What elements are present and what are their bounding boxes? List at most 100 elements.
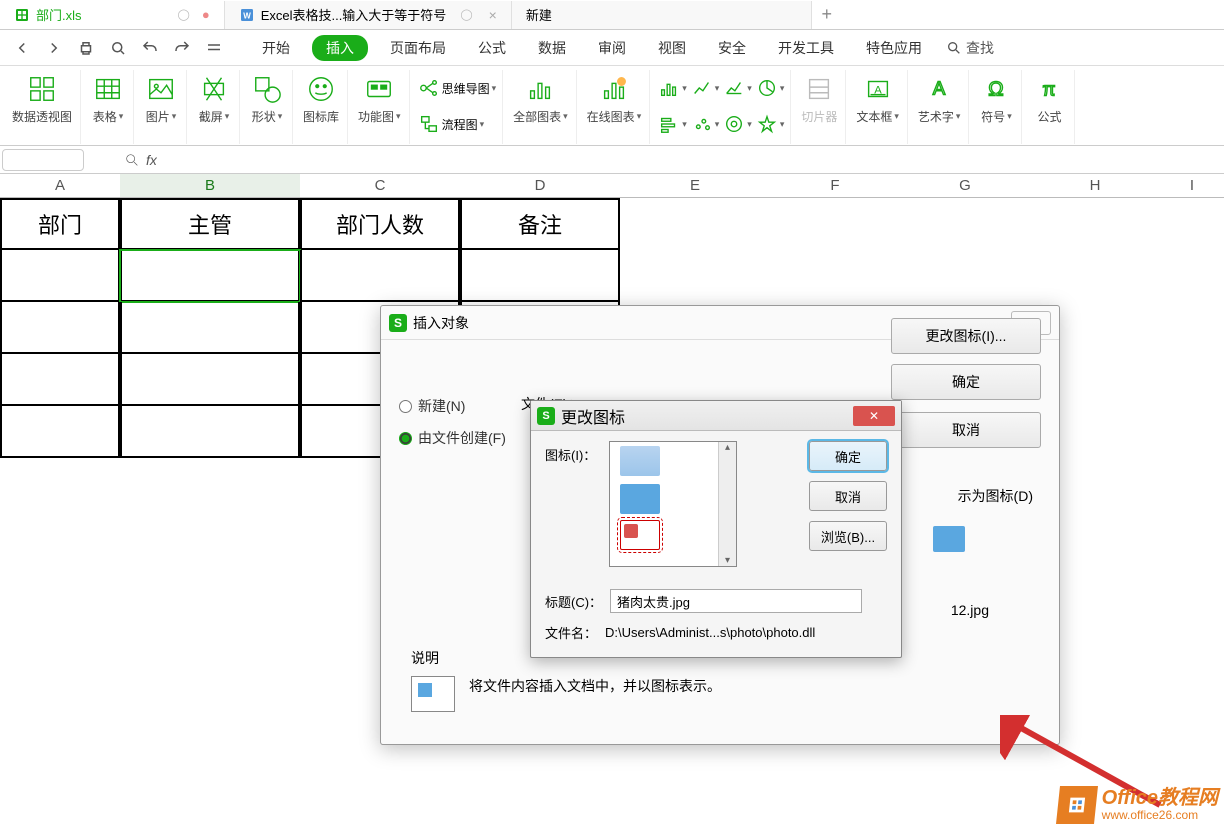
cell-D2[interactable] (460, 250, 620, 302)
tab-home[interactable]: 开始 (252, 34, 300, 62)
icon-listbox[interactable]: ▴▾ (609, 441, 737, 567)
change-icon-button[interactable]: 更改图标(I)... (891, 318, 1041, 354)
cell-C2[interactable] (300, 250, 460, 302)
tab-new[interactable]: 新建 (512, 1, 812, 29)
tab-doc-2[interactable]: W Excel表格技...输入大于等于符号 ◯ × (225, 1, 512, 29)
tab-dev[interactable]: 开发工具 (768, 34, 844, 62)
cell-D1[interactable]: 备注 (460, 198, 620, 250)
back-icon[interactable] (8, 34, 36, 62)
description-text: 将文件内容插入文档中，并以图标表示。 (469, 676, 721, 696)
chart-type-4[interactable]: ▾ (756, 74, 785, 102)
chevron-down-icon: ▾ (956, 111, 961, 122)
chart-type-5[interactable]: ▾ (658, 110, 687, 138)
ribbon-mindmap[interactable]: 思维导图▾ (418, 74, 497, 102)
cell-A4[interactable] (0, 354, 120, 406)
chart-type-7[interactable]: ▾ (723, 110, 752, 138)
col-D[interactable]: D (460, 174, 620, 197)
ribbon-func[interactable]: 功能图▾ (350, 70, 410, 144)
cell-B2-selected[interactable] (120, 250, 300, 302)
icon-option-3-selected[interactable] (620, 520, 660, 550)
ribbon-shape[interactable]: 形状▾ (242, 70, 293, 144)
forward-icon[interactable] (40, 34, 68, 62)
cell-A2[interactable] (0, 250, 120, 302)
ribbon-flowchart[interactable]: 流程图▾ (418, 110, 485, 138)
cell-B4[interactable] (120, 354, 300, 406)
ribbon-textbox[interactable]: A文本框▾ (848, 70, 908, 144)
cell-A1[interactable]: 部门 (0, 198, 120, 250)
col-H[interactable]: H (1030, 174, 1160, 197)
ribbon-screenshot[interactable]: 截屏▾ (189, 70, 240, 144)
chevron-down-icon: ▾ (119, 111, 124, 122)
tab-data[interactable]: 数据 (528, 34, 576, 62)
cell-A3[interactable] (0, 302, 120, 354)
add-tab-button[interactable]: + (812, 1, 842, 29)
col-E[interactable]: E (620, 174, 770, 197)
col-F[interactable]: F (770, 174, 900, 197)
scrollbar[interactable]: ▴▾ (718, 442, 736, 566)
browse-button[interactable]: 浏览(B)... (809, 521, 887, 551)
ribbon-symbol[interactable]: Ω符号▾ (971, 70, 1022, 144)
tab-label: 部门.xls (36, 5, 82, 24)
tab-view[interactable]: 视图 (648, 34, 696, 62)
name-box[interactable] (2, 149, 84, 171)
description-heading: 说明 (411, 648, 439, 668)
cell-A5[interactable] (0, 406, 120, 458)
chart-type-3[interactable]: ▾ (723, 74, 752, 102)
cell-B5[interactable] (120, 406, 300, 458)
chart-type-1[interactable]: ▾ (658, 74, 687, 102)
description-icon (411, 676, 455, 712)
chart-type-8[interactable]: ▾ (756, 110, 785, 138)
find-button[interactable]: 查找 (946, 38, 994, 58)
tab-label: Excel表格技...输入大于等于符号 (261, 5, 447, 24)
cancel-button[interactable]: 取消 (891, 412, 1041, 448)
ok-button[interactable]: 确定 (809, 441, 887, 471)
tab-layout[interactable]: 页面布局 (380, 34, 456, 62)
print-icon[interactable] (72, 34, 100, 62)
tab-current-file[interactable]: 部门.xls ◯ ● (0, 1, 225, 29)
fx-icon[interactable]: fx (124, 152, 157, 168)
ribbon-formula[interactable]: π公式 (1024, 70, 1075, 144)
cell-C1[interactable]: 部门人数 (300, 198, 460, 250)
close-button[interactable]: ✕ (853, 406, 895, 426)
chart-type-6[interactable]: ▾ (691, 110, 720, 138)
tab-feature[interactable]: 特色应用 (856, 34, 932, 62)
icon-option-1[interactable] (620, 446, 660, 476)
ok-button[interactable]: 确定 (891, 364, 1041, 400)
preview-icon[interactable] (104, 34, 132, 62)
radio-from-file[interactable]: 由文件创建(F) (399, 428, 506, 448)
radio-new[interactable]: 新建(N) (399, 396, 506, 416)
cell-empty[interactable] (620, 198, 1224, 250)
cancel-button[interactable]: 取消 (809, 481, 887, 511)
more-icon[interactable] (200, 34, 228, 62)
redo-icon[interactable] (168, 34, 196, 62)
tab-review[interactable]: 审阅 (588, 34, 636, 62)
ribbon-pivot[interactable]: 数据透视图 (4, 70, 81, 144)
formula-input[interactable] (157, 149, 1224, 171)
chart-type-2[interactable]: ▾ (691, 74, 720, 102)
dialog-titlebar[interactable]: S 更改图标 ✕ (531, 401, 901, 431)
close-icon[interactable]: × (489, 7, 497, 23)
col-B[interactable]: B (120, 174, 300, 197)
chevron-down-icon: ▾ (780, 83, 785, 94)
ribbon-table[interactable]: 表格▾ (83, 70, 134, 144)
cell-B1[interactable]: 主管 (120, 198, 300, 250)
col-C[interactable]: C (300, 174, 460, 197)
word-icon: W (239, 7, 255, 23)
quick-access-toolbar: 开始 插入 页面布局 公式 数据 审阅 视图 安全 开发工具 特色应用 查找 (0, 30, 1224, 66)
ribbon-iconlib[interactable]: 图标库 (295, 70, 348, 144)
col-G[interactable]: G (900, 174, 1030, 197)
col-A[interactable]: A (0, 174, 120, 197)
ribbon-onlinechart[interactable]: 在线图表▾ (579, 70, 651, 144)
ribbon-tabs: 开始 插入 页面布局 公式 数据 审阅 视图 安全 开发工具 特色应用 (252, 34, 932, 62)
tab-formula[interactable]: 公式 (468, 34, 516, 62)
caption-input[interactable] (610, 589, 862, 613)
tab-insert[interactable]: 插入 (312, 35, 368, 61)
ribbon-picture[interactable]: 图片▾ (136, 70, 187, 144)
icon-option-2[interactable] (620, 484, 660, 514)
cell-B3[interactable] (120, 302, 300, 354)
tab-security[interactable]: 安全 (708, 34, 756, 62)
ribbon-allchart[interactable]: 全部图表▾ (505, 70, 577, 144)
undo-icon[interactable] (136, 34, 164, 62)
ribbon-wordart[interactable]: A艺术字▾ (910, 70, 970, 144)
col-I[interactable]: I (1160, 174, 1224, 197)
